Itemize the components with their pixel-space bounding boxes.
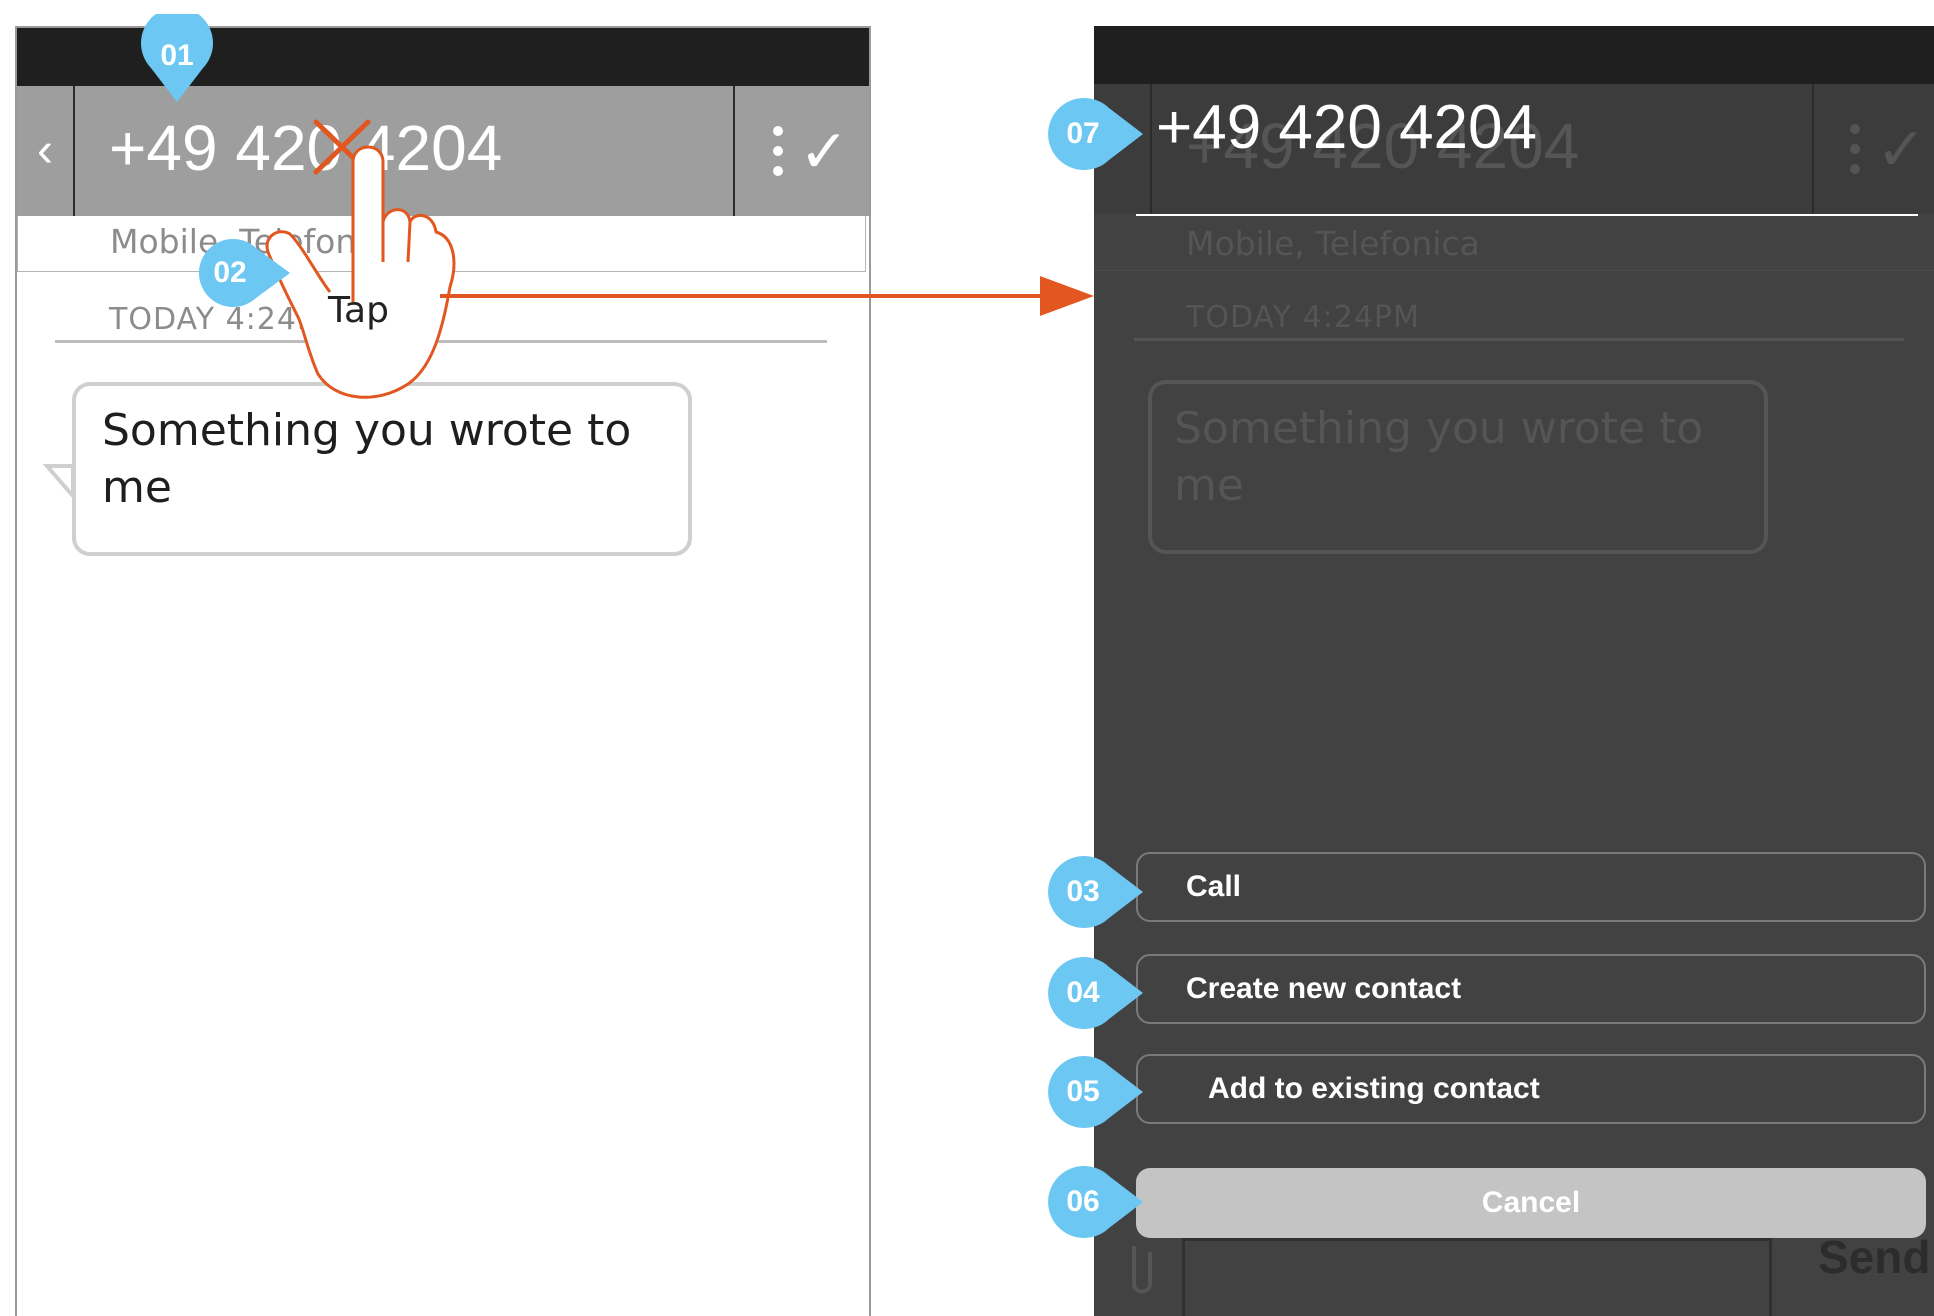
annotation-marker: 07 [1045,98,1145,170]
annotation-label: 07 [1066,117,1100,150]
annotation-label: 06 [1066,1185,1100,1218]
annotation-label: 04 [1066,976,1100,1009]
cancel-button[interactable]: Cancel [1136,1168,1926,1238]
paperclip-icon [1124,1238,1160,1298]
send-button: Send [1818,1231,1931,1283]
dimmed-timestamp: TODAY 4:24PM [1186,300,1420,335]
annotation-marker: 01 [141,14,213,104]
more-vertical-icon[interactable] [773,126,787,186]
header-divider [733,86,735,216]
annotation-label: 01 [160,39,194,72]
selected-phone-number: +49 420 4204 [1156,93,1537,162]
more-vertical-icon [1850,124,1864,174]
annotation-marker: 04 [1045,957,1145,1029]
checkmark-icon[interactable]: ✓ [799,112,849,192]
annotation-label: 03 [1066,875,1100,908]
number-underline [1136,214,1918,216]
annotation-marker: 06 [1045,1166,1145,1238]
annotation-marker: 05 [1045,1056,1145,1128]
annotation-label: 05 [1066,1075,1100,1108]
header-divider [1812,84,1814,214]
add-to-existing-contact-button[interactable]: Add to existing contact [1136,1054,1926,1124]
transition-arrow [440,274,1100,324]
header-divider [1150,84,1152,214]
back-chevron-icon[interactable]: ‹ [17,86,73,216]
message-input [1182,1238,1772,1316]
row-divider [1094,270,1934,271]
call-button[interactable]: Call [1136,852,1926,922]
create-new-contact-button[interactable]: Create new contact [1136,954,1926,1024]
annotation-label: 02 [213,256,247,289]
dimmed-message-bubble: Something you wrote to me [1148,380,1768,554]
dimmed-message-text: Something you wrote to me [1174,403,1704,511]
tap-label: Tap [328,290,389,331]
timestamp-divider [1134,338,1904,341]
checkmark-icon: ✓ [1876,116,1927,183]
message-text: Something you wrote to me [102,405,632,513]
right-phone-screen: +49 420 4204 ✓ +49 420 4204 Mobile, Tele… [1094,26,1934,1316]
annotation-marker: 02 [194,238,294,308]
dimmed-number-details: Mobile, Telefonica [1186,224,1480,263]
header-divider [73,86,75,216]
annotation-marker: 03 [1045,856,1145,928]
status-bar [1094,26,1934,84]
